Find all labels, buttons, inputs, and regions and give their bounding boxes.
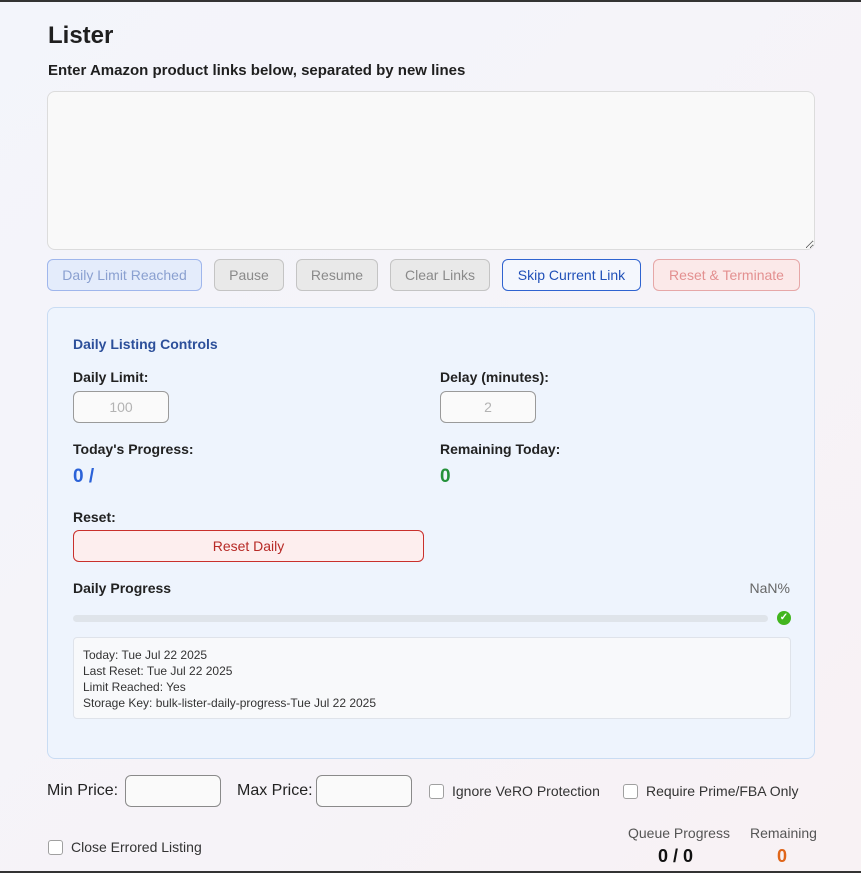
daily-progress-label: Daily Progress [73, 580, 172, 596]
remaining-today-value: 0 [440, 466, 451, 487]
debug-last-reset: Last Reset: Tue Jul 22 2025 [83, 664, 233, 678]
skip-current-link-button[interactable]: Skip Current Link [502, 259, 641, 291]
max-price-label: Max Price: [237, 782, 313, 799]
clear-links-button[interactable]: Clear Links [390, 259, 490, 291]
close-errored-label: Close Errored Listing [71, 839, 202, 855]
daily-limit-label: Daily Limit: [73, 369, 149, 385]
reset-terminate-button[interactable]: Reset & Terminate [653, 259, 800, 291]
debug-today: Today: Tue Jul 22 2025 [83, 648, 208, 662]
ignore-vero-label: Ignore VeRO Protection [452, 783, 600, 799]
ignore-vero-checkbox[interactable] [429, 784, 444, 799]
check-icon: ✓ [777, 611, 791, 625]
min-price-input[interactable] [125, 775, 221, 807]
daily-limit-reached-button[interactable]: Daily Limit Reached [47, 259, 202, 291]
debug-info-box: Today: Tue Jul 22 2025 Last Reset: Tue J… [73, 637, 791, 719]
daily-progress-bar [73, 615, 768, 622]
panel-title: Daily Listing Controls [73, 336, 218, 352]
daily-limit-input[interactable]: 100 [73, 391, 169, 423]
links-textarea[interactable] [47, 91, 815, 250]
links-instructions: Enter Amazon product links below, separa… [48, 62, 466, 79]
require-prime-checkbox[interactable] [623, 784, 638, 799]
close-errored-checkbox[interactable] [48, 840, 63, 855]
reset-label: Reset: [73, 509, 116, 525]
delay-label: Delay (minutes): [440, 369, 549, 385]
delay-input[interactable]: 2 [440, 391, 536, 423]
queue-remaining-label: Remaining [750, 825, 817, 841]
pause-button[interactable]: Pause [214, 259, 284, 291]
todays-progress-value: 0 / [73, 466, 95, 487]
debug-storage-key: Storage Key: bulk-lister-daily-progress-… [83, 696, 377, 710]
max-price-input[interactable] [316, 775, 412, 807]
debug-limit-reached: Limit Reached: Yes [83, 680, 186, 694]
reset-daily-button[interactable]: Reset Daily [73, 530, 424, 562]
queue-remaining-value: 0 [777, 846, 788, 866]
daily-listing-controls-panel: Daily Listing Controls Daily Limit: 100 … [47, 307, 815, 759]
require-prime-label: Require Prime/FBA Only [646, 783, 799, 799]
daily-progress-percent: NaN% [749, 580, 790, 596]
queue-progress-label: Queue Progress [628, 825, 730, 841]
queue-progress-value: 0 / 0 [658, 846, 694, 866]
todays-progress-label: Today's Progress: [73, 441, 194, 457]
app-title: Lister [48, 22, 114, 49]
remaining-today-label: Remaining Today: [440, 441, 561, 457]
min-price-label: Min Price: [47, 782, 119, 799]
resume-button[interactable]: Resume [296, 259, 378, 291]
